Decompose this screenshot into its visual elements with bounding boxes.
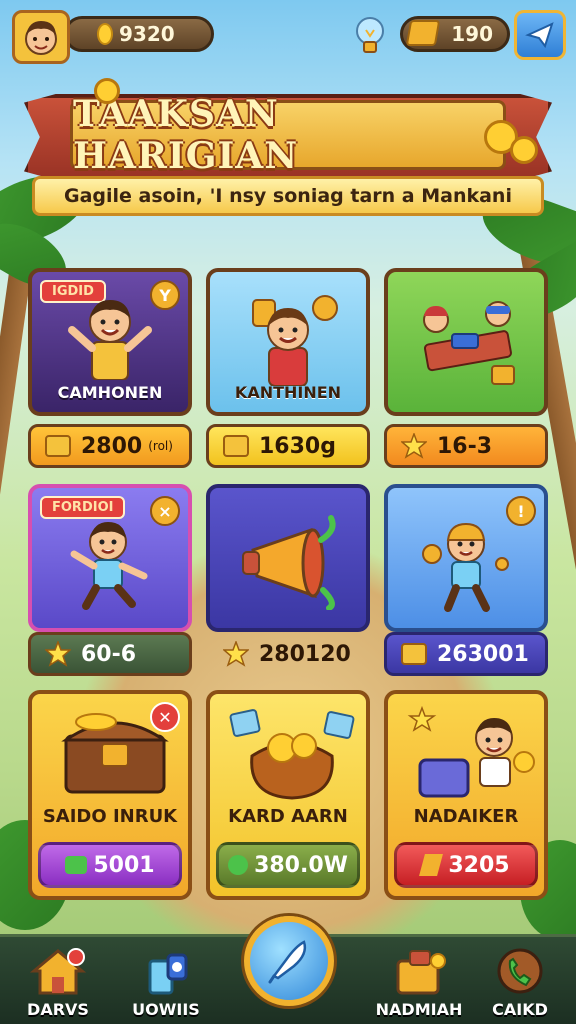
banner-plate: TAAKSAN HARIGIAN: [70, 93, 506, 177]
banner-title: TAAKSAN HARIGIAN: [73, 93, 299, 177]
price-value: 1630g: [259, 433, 336, 459]
paper-plane-icon: [525, 22, 554, 49]
task-card-1[interactable]: IGDID Y CAMHONEN: [28, 268, 192, 416]
nav-label: NADMIAH: [375, 1000, 463, 1019]
nav-label: UOWIIS: [132, 1000, 200, 1019]
reward-card-2[interactable]: KARD AARN 380.0W: [206, 690, 370, 900]
running-boy-icon: [70, 522, 148, 610]
share-button[interactable]: [514, 10, 566, 60]
task-card-2[interactable]: KANTHINEN: [206, 268, 370, 416]
gold-bar-icon: [223, 435, 249, 457]
star-icon: [401, 433, 427, 459]
daily-tasks-banner: TAAKSAN HARIGIAN Gagile asoin, 'I nsy so…: [24, 78, 552, 230]
gem-count: 190: [451, 22, 493, 46]
reward-card-3[interactable]: NADAIKER 3205: [384, 690, 548, 900]
hint-bulb-icon[interactable]: [352, 14, 388, 60]
task-card-3[interactable]: [384, 268, 548, 416]
crafting-table-icon: [423, 301, 515, 385]
star-icon: [223, 641, 249, 667]
gem-icon: [228, 855, 249, 875]
cheering-boy-icon: [68, 300, 152, 380]
gem-icon: [65, 856, 88, 874]
price-value: 280120: [259, 641, 351, 667]
price-plate-3: 16-3: [384, 424, 548, 468]
price-plate-6: 263001: [384, 632, 548, 676]
nav-drinks[interactable]: UOWIIS: [116, 945, 216, 1024]
price-value: 16-3: [437, 433, 493, 459]
claim-button[interactable]: 3205: [394, 842, 538, 888]
price-plate-1: 2800 (rol): [28, 424, 192, 468]
nav-call[interactable]: CAIKD: [470, 945, 570, 1024]
banner-subtitle: Gagile asoin, 'I nsy soniag tarn a Manka…: [64, 185, 512, 207]
smiling-boy-icon: [252, 295, 338, 386]
nav-label: CAIKD: [492, 1000, 548, 1019]
megaphone-icon: [242, 515, 336, 610]
claim-button[interactable]: 380.0W: [216, 842, 360, 888]
card-label: KANTHINEN: [234, 383, 342, 402]
cup-icon: [148, 953, 188, 995]
price-value: 2800: [81, 433, 143, 459]
task-card-6[interactable]: !: [384, 484, 548, 632]
gold-bar-icon: [45, 435, 71, 457]
coin-icon: [97, 23, 113, 45]
price-value: 60-6: [81, 641, 137, 667]
claim-value: 5001: [93, 852, 155, 878]
price-plate-5: 280120: [206, 632, 370, 676]
gold-bar-icon: [401, 643, 427, 665]
reward-label: KARD AARN: [228, 806, 348, 827]
banner-subtitle-plate: Gagile asoin, 'I nsy soniag tarn a Manka…: [32, 176, 544, 216]
price-unit: (rol): [148, 439, 173, 453]
quill-pen-icon: [268, 940, 307, 984]
claim-button[interactable]: 5001: [38, 842, 182, 888]
star-icon: [45, 641, 71, 667]
shop-crate-icon: [396, 950, 446, 995]
reward-label: SAIDO INRUK: [42, 806, 178, 827]
price-value: 263001: [437, 641, 529, 667]
player-avatar[interactable]: [12, 10, 70, 64]
reward-card-1[interactable]: ✕ SAIDO INRUK 5001: [28, 690, 192, 900]
gold-bar-icon: [419, 854, 444, 876]
coin-icon: [94, 78, 120, 104]
house-icon: [29, 948, 87, 995]
nav-shop[interactable]: NADMIAH: [364, 945, 474, 1024]
task-card-4[interactable]: FORDIOI ×: [28, 484, 192, 632]
reward-label: NADAIKER: [413, 806, 519, 827]
top-hud: 9320 190: [0, 0, 576, 70]
coin-counter: 9320: [64, 16, 214, 52]
avatar-face-icon: [25, 21, 57, 55]
nav-label: DARVS: [27, 1000, 89, 1019]
coin-collector-boy-icon: [422, 522, 509, 612]
boy-with-box-icon: [407, 705, 535, 798]
coin-pot-icon: [229, 709, 355, 800]
coin-count: 9320: [119, 22, 175, 46]
price-plate-4: 60-6: [28, 632, 192, 676]
card-label: CAMHONEN: [57, 383, 163, 402]
nav-home[interactable]: DARVS: [8, 945, 108, 1024]
claim-value: 380.0W: [254, 852, 348, 878]
main-action-button[interactable]: [244, 916, 334, 1006]
claim-value: 3205: [448, 852, 510, 878]
price-plate-2: 1630g: [206, 424, 370, 468]
gold-bar-icon: [405, 20, 441, 46]
coin-icon: [510, 136, 538, 164]
close-badge[interactable]: ✕: [150, 702, 180, 732]
task-card-5[interactable]: [206, 484, 370, 632]
phone-icon: [497, 948, 543, 994]
